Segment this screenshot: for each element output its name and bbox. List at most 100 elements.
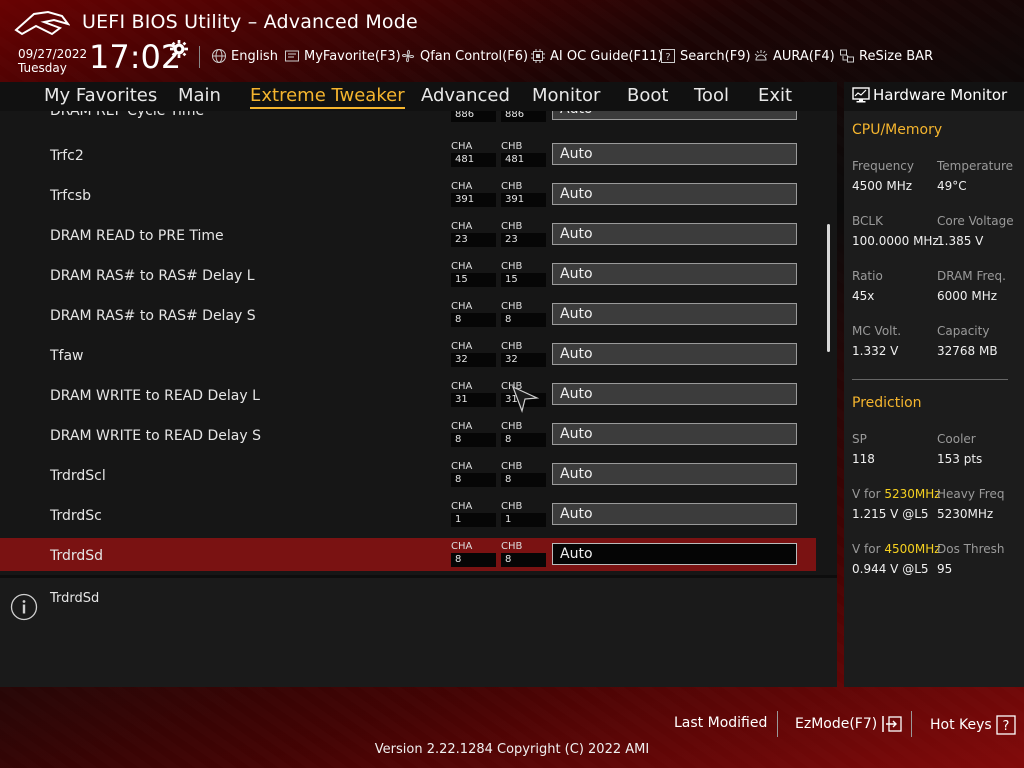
tab-exit[interactable]: Exit — [758, 85, 792, 106]
chb-value: 32 — [501, 353, 546, 367]
cha-label: CHA — [451, 141, 473, 152]
ezmode-label: EzMode(F7) — [795, 716, 878, 732]
fan-icon — [401, 49, 415, 63]
scrollbar[interactable] — [827, 224, 830, 352]
setting-select[interactable]: Auto — [552, 223, 797, 245]
cooler-value: 153 pts — [937, 452, 983, 466]
bclk-value: 100.0000 MHz — [852, 234, 939, 248]
setting-row[interactable]: TrdrdSc CHA 1 CHB 1 Auto — [0, 498, 816, 531]
chb-label: CHB — [501, 141, 523, 152]
aura-label: AURA(F4) — [773, 48, 835, 64]
search-label: Search(F9) — [680, 48, 751, 64]
setting-row[interactable]: DRAM READ to PRE Time CHA 23 CHB 23 Auto — [0, 218, 816, 251]
setting-row[interactable]: DRAM RAS# to RAS# Delay L CHA 15 CHB 15 … — [0, 258, 816, 291]
setting-row[interactable]: DRAM WRITE to READ Delay L CHA 31 CHB 31… — [0, 378, 816, 411]
hot-keys-button[interactable]: Hot Keys ? — [930, 715, 1016, 735]
setting-select[interactable]: Auto — [552, 383, 797, 405]
chb-value: 886 — [501, 111, 546, 122]
tab-advanced[interactable]: Advanced — [421, 85, 510, 106]
tab-main[interactable]: Main — [178, 85, 221, 106]
setting-select[interactable]: Auto — [552, 503, 797, 525]
setting-row[interactable]: Trfc2 CHA 481 CHB 481 Auto — [0, 138, 816, 171]
search-button[interactable]: ? Search(F9) — [660, 47, 751, 65]
hardware-monitor-divider — [852, 379, 1008, 380]
setting-row[interactable]: TrdrdScl CHA 8 CHB 8 Auto — [0, 458, 816, 491]
frequency-value: 4500 MHz — [852, 179, 913, 193]
tab-monitor[interactable]: Monitor — [532, 85, 600, 106]
cha-value: 8 — [451, 553, 496, 567]
chb-label: CHB — [501, 261, 523, 272]
version-text: Version 2.22.1284 Copyright (C) 2022 AMI — [374, 742, 650, 757]
setting-row[interactable]: Tfaw CHA 32 CHB 32 Auto — [0, 338, 816, 371]
app-title: UEFI BIOS Utility – Advanced Mode — [82, 11, 418, 33]
qfan-control-button[interactable]: Qfan Control(F6) — [400, 47, 528, 65]
rog-logo-icon — [14, 10, 70, 36]
tab-extreme-tweaker[interactable]: Extreme Tweaker — [250, 85, 405, 109]
setting-select[interactable]: Auto — [552, 343, 797, 365]
chb-label: CHB — [501, 421, 523, 432]
aura-button[interactable]: AURA(F4) — [753, 47, 835, 65]
tab-boot[interactable]: Boot — [627, 85, 668, 106]
cha-value: 1 — [451, 513, 496, 527]
top-bar: UEFI BIOS Utility – Advanced Mode 09/27/… — [0, 0, 1024, 82]
chb-label: CHB — [501, 341, 523, 352]
ai-oc-guide-button[interactable]: AI OC Guide(F11) — [530, 47, 663, 65]
setting-select[interactable]: Auto — [552, 183, 797, 205]
temperature-label: Temperature — [937, 159, 1014, 173]
chb-label: CHB — [501, 221, 523, 232]
resize-bar-icon — [840, 49, 854, 63]
myfavorite-label: MyFavorite(F3) — [304, 48, 401, 64]
setting-label: TrdrdSd — [50, 548, 104, 564]
setting-select[interactable]: Auto — [552, 543, 797, 565]
chb-value: 15 — [501, 273, 546, 287]
footer-separator — [777, 711, 778, 737]
heavy-freq-value: 5230MHz — [937, 507, 994, 521]
setting-row[interactable]: DRAM RAS# to RAS# Delay S CHA 8 CHB 8 Au… — [0, 298, 816, 331]
last-modified-button[interactable]: Last Modified — [674, 715, 767, 731]
setting-select[interactable]: Auto — [552, 463, 797, 485]
cha-label: CHA — [451, 381, 473, 392]
setting-select[interactable]: Auto — [552, 303, 797, 325]
hardware-monitor-panel: Hardware Monitor CPU/Memory Frequency 45… — [844, 82, 1024, 687]
dos-thresh-label: Dos Thresh — [937, 542, 1005, 556]
setting-label: Trfc2 — [50, 148, 84, 164]
tab-tool[interactable]: Tool — [694, 85, 729, 106]
tab-my-favorites[interactable]: My Favorites — [44, 85, 157, 106]
setting-select[interactable]: Auto — [552, 143, 797, 165]
language-button[interactable]: English — [211, 47, 278, 65]
setting-select[interactable]: Auto — [552, 263, 797, 285]
cpu-memory-title: CPU/Memory — [852, 122, 943, 138]
day-display: Tuesday — [18, 61, 67, 75]
chb-label: CHB — [501, 501, 523, 512]
search-icon: ? — [661, 49, 675, 63]
resize-bar-button[interactable]: ReSize BAR — [839, 47, 933, 65]
v-for-heavy-freq: 5230MHz — [884, 487, 941, 501]
setting-label: TrdrdScl — [50, 468, 106, 484]
setting-select[interactable]: Auto — [552, 423, 797, 445]
setting-row-selected[interactable]: TrdrdSd CHA 8 CHB 8 Auto — [0, 538, 816, 571]
exit-arrow-icon — [882, 716, 902, 732]
cha-label: CHA — [451, 501, 473, 512]
myfavorite-button[interactable]: MyFavorite(F3) — [284, 47, 401, 65]
cha-value: 8 — [451, 473, 496, 487]
chb-value: 8 — [501, 433, 546, 447]
cha-label: CHA — [451, 421, 473, 432]
cha-label: CHA — [451, 461, 473, 472]
ezmode-button[interactable]: EzMode(F7) — [795, 715, 903, 733]
help-panel: TrdrdSd — [0, 578, 837, 687]
chb-label: CHB — [501, 301, 523, 312]
setting-label: TrdrdSc — [50, 508, 102, 524]
setting-row[interactable]: DRAM REF Cycle Time CHA 886 CHB 886 Auto — [0, 111, 816, 126]
capacity-label: Capacity — [937, 324, 990, 338]
frequency-label: Frequency — [852, 159, 914, 173]
setting-row[interactable]: DRAM WRITE to READ Delay S CHA 8 CHB 8 A… — [0, 418, 816, 451]
setting-row[interactable]: Trfcsb CHA 391 CHB 391 Auto — [0, 178, 816, 211]
setting-label: DRAM RAS# to RAS# Delay S — [50, 308, 256, 324]
cha-value: 8 — [451, 433, 496, 447]
hardware-monitor-header: Hardware Monitor — [844, 82, 1024, 111]
hot-keys-label: Hot Keys — [930, 717, 992, 733]
gear-icon[interactable] — [170, 40, 188, 58]
setting-select[interactable]: Auto — [552, 111, 797, 120]
chb-value: 8 — [501, 313, 546, 327]
hardware-monitor-title: Hardware Monitor — [873, 86, 1008, 104]
